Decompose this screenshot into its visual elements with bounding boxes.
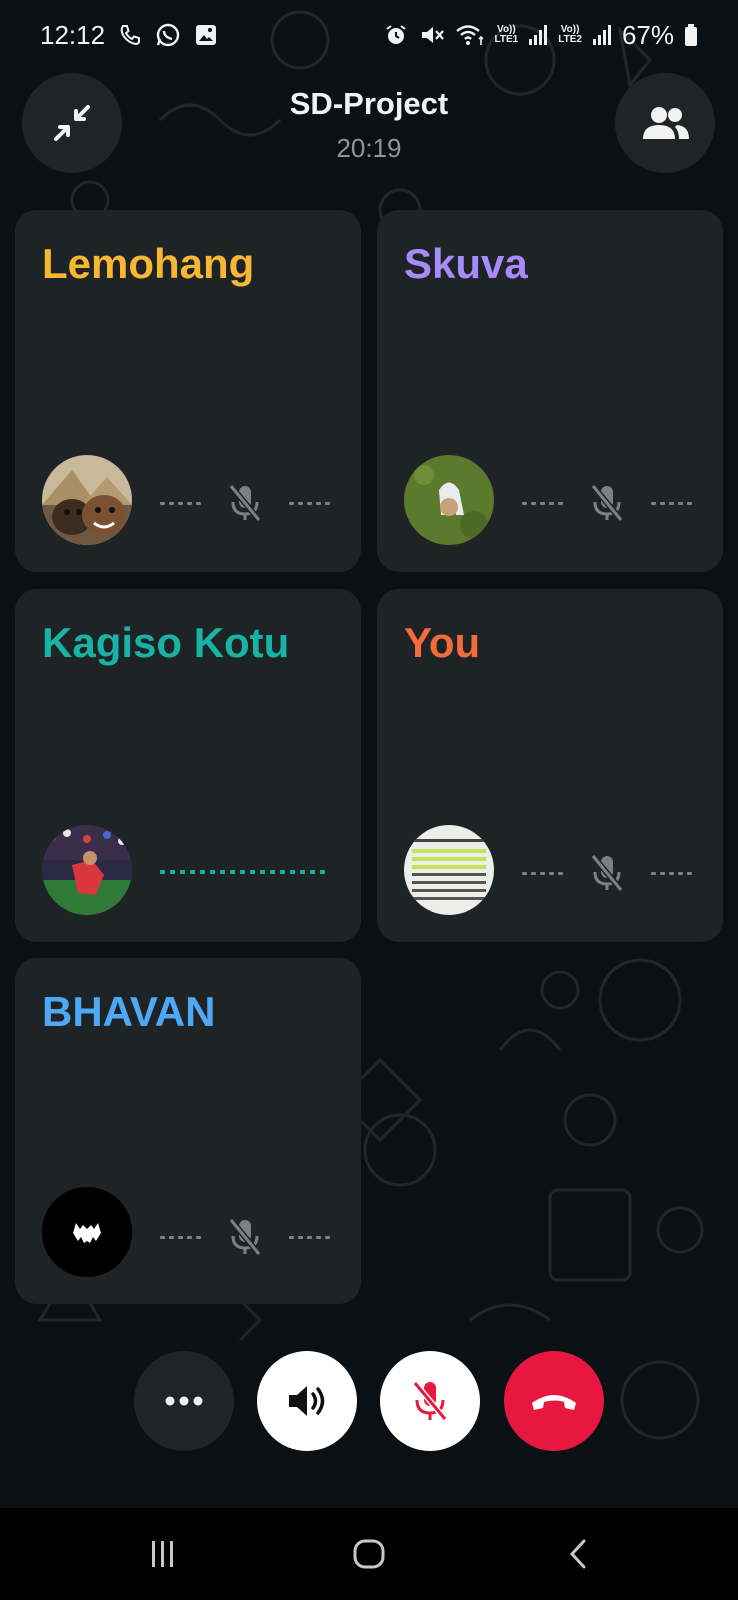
more-options-button[interactable] [134,1351,234,1451]
speaker-icon [289,1386,325,1416]
end-call-button[interactable] [504,1351,604,1451]
audio-status [522,483,692,523]
system-nav-bar [0,1508,738,1600]
participant-name: Skuva [404,240,528,287]
avatar [404,825,494,915]
avatar [404,455,494,545]
back-button[interactable] [558,1536,598,1572]
audio-status [160,483,330,523]
home-button[interactable] [349,1536,389,1572]
speaking-indicator [160,870,335,874]
sim2-label: Vo)) LTE2 [558,24,582,45]
gallery-icon [193,22,219,48]
status-time: 12:12 [40,19,106,50]
participant-tile[interactable]: You [377,589,723,942]
participant-tile[interactable]: Lemohang [15,210,361,572]
battery-icon [684,22,698,48]
mic-off-icon [590,484,624,522]
recents-icon [152,1541,173,1567]
participant-name: You [404,619,481,666]
alarm-icon [383,22,409,48]
mute-icon [419,22,445,48]
whatsapp-icon [155,22,181,48]
participants-icon [643,107,689,139]
mute-microphone-button[interactable] [380,1351,480,1451]
battery-percent: 67% [621,19,674,50]
participant-tile[interactable]: BHAVAN [15,958,361,1304]
avatar [42,825,132,915]
recents-button[interactable] [143,1536,183,1572]
sim1-label: Vo)) LTE1 [494,24,519,45]
avatar [42,1187,132,1277]
participants-button[interactable] [615,73,715,173]
home-icon [353,1539,385,1569]
back-icon [569,1539,586,1569]
end-call-icon [532,1395,576,1410]
audio-status [522,853,692,893]
audio-status [160,1217,330,1257]
signal-icon [592,22,612,48]
status-bar: 12:12 Vo)) LTE1 Vo)) LTE2 67% [0,0,738,70]
signal-icon [528,22,548,48]
participant-name: BHAVAN [42,988,216,1035]
participant-name: Lemohang [42,240,255,287]
mic-off-icon [228,484,262,522]
phone-icon [117,22,143,48]
speaker-button[interactable] [257,1351,357,1451]
participant-name: Kagiso Kotu [42,619,290,666]
wifi-icon [455,22,485,48]
more-icon [165,1396,203,1406]
mic-off-icon [228,1218,262,1256]
mic-off-icon [412,1381,448,1421]
participant-tile[interactable]: Kagiso Kotu [15,589,361,942]
participant-tile[interactable]: Skuva [377,210,723,572]
mic-off-icon [590,854,624,892]
avatar [42,455,132,545]
